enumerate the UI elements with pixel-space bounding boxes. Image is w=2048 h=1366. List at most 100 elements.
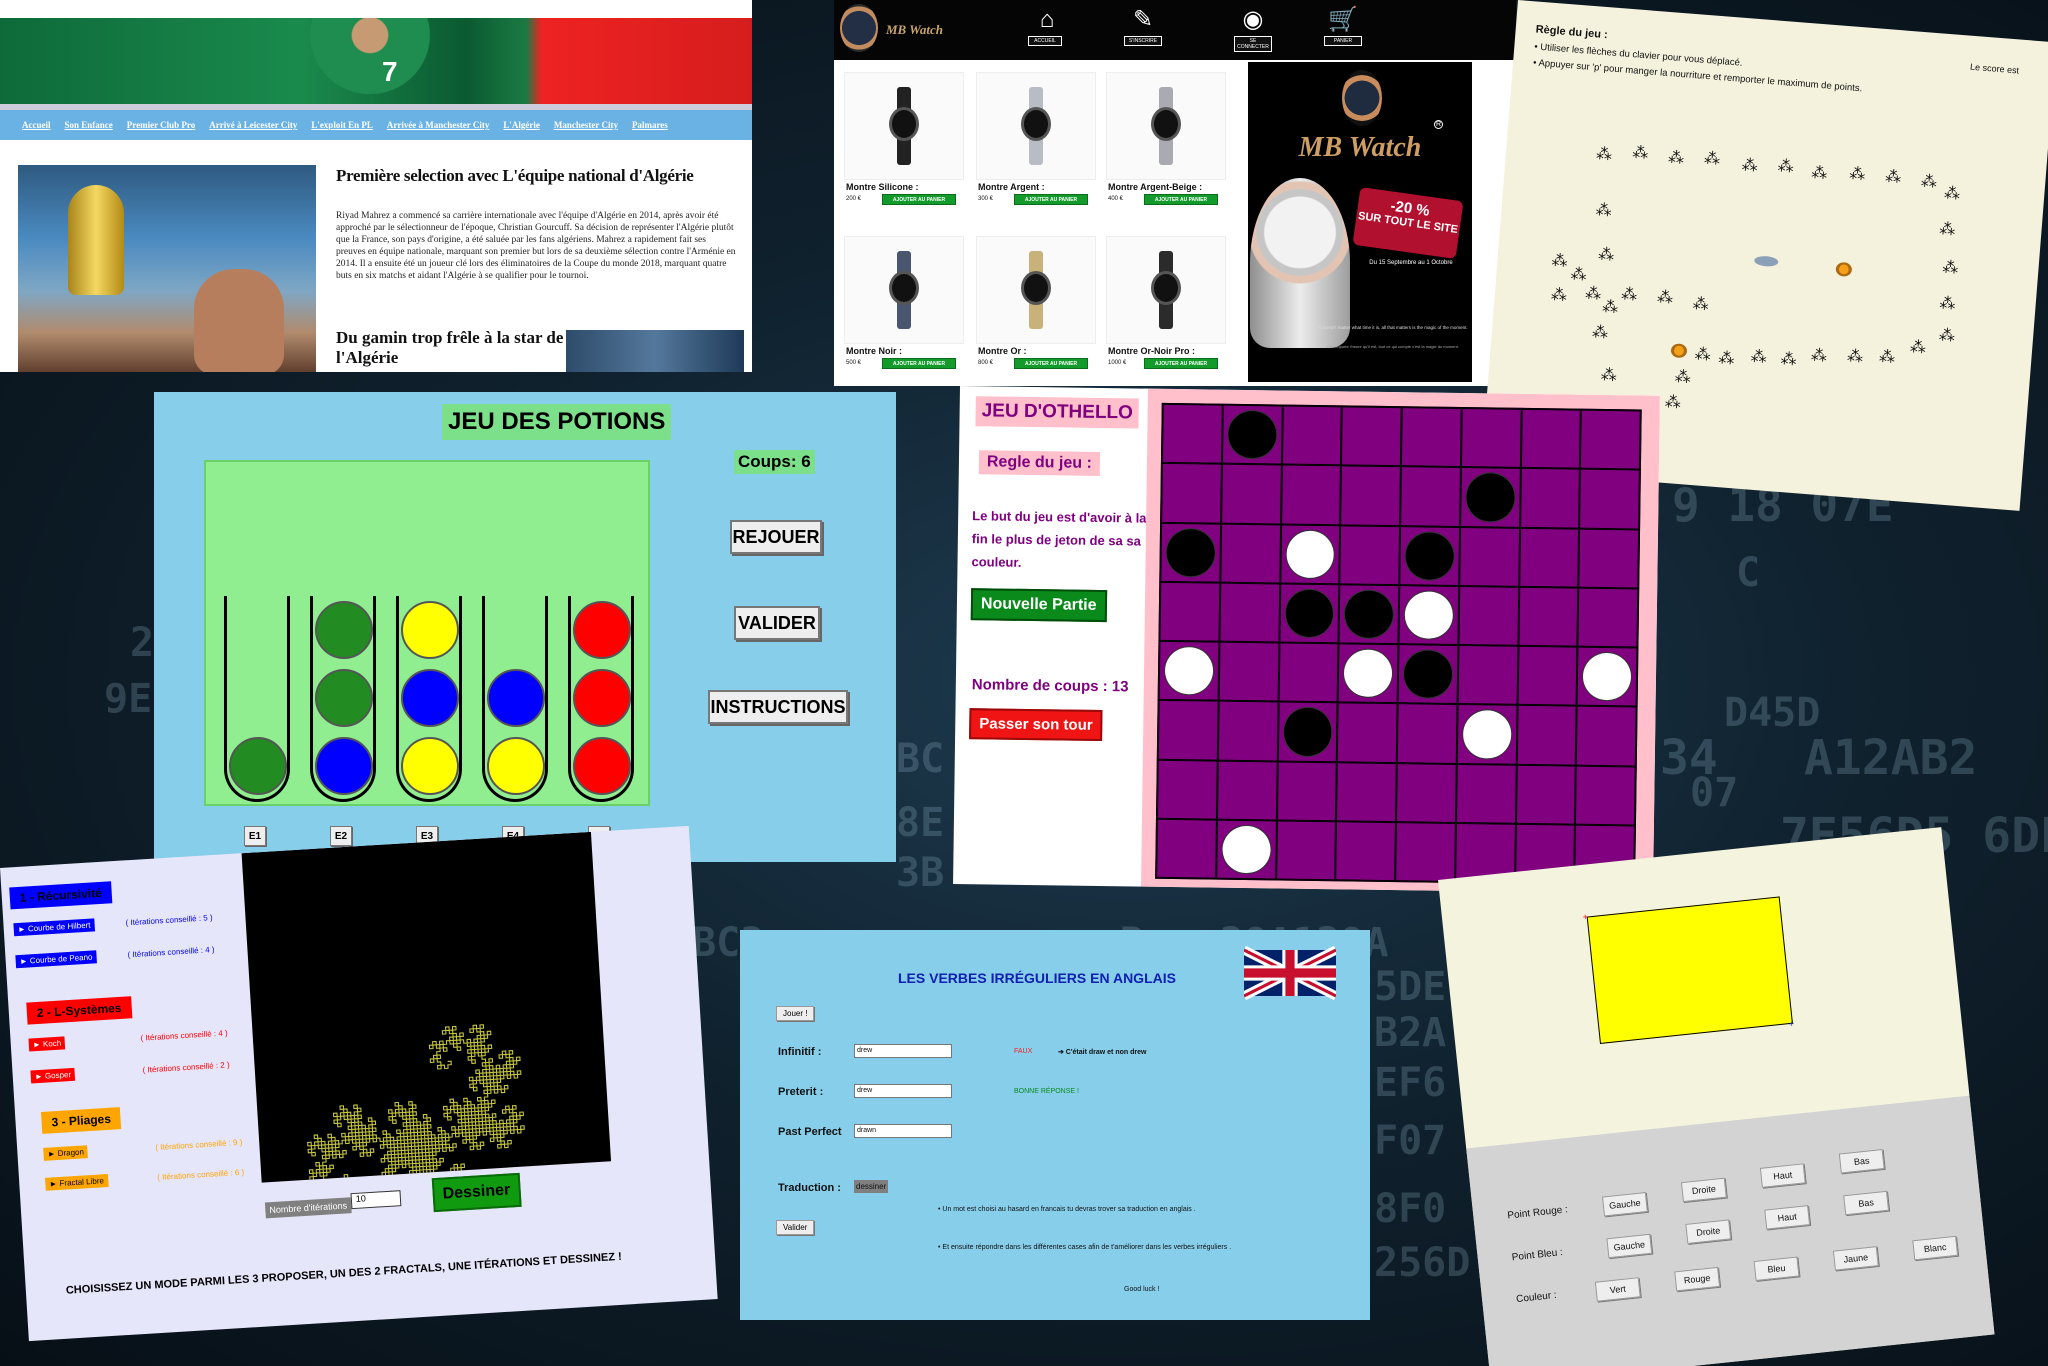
board-cell[interactable] — [1341, 406, 1402, 467]
board-cell[interactable] — [1336, 761, 1397, 822]
rect-blanc-button[interactable]: Blanc — [1912, 1235, 1959, 1261]
rect-droite-button[interactable]: Droite — [1685, 1219, 1732, 1244]
toolbar-se-connecter-button[interactable]: ◉ SE CONNECTER — [1234, 6, 1272, 52]
board-cell[interactable] — [1516, 705, 1577, 766]
past-perfect-field[interactable]: drawn — [854, 1124, 952, 1138]
toolbar-s-inscrire-button[interactable]: ✎ S'INSCRIRE — [1124, 6, 1162, 46]
nav-link[interactable]: Son Enfance — [65, 120, 113, 130]
fractal-option-button[interactable]: ► Fractal Libre — [44, 1174, 109, 1191]
board-cell[interactable] — [1338, 584, 1400, 645]
board-cell[interactable] — [1217, 700, 1279, 761]
board-cell[interactable] — [1156, 759, 1218, 820]
board-cell[interactable] — [1220, 463, 1282, 524]
rect-bas-button[interactable]: Bas — [1838, 1149, 1885, 1174]
potion-tube[interactable] — [482, 596, 548, 802]
board-cell[interactable] — [1396, 703, 1458, 764]
board-cell[interactable] — [1219, 582, 1280, 643]
board-cell[interactable] — [1339, 524, 1401, 585]
potion-tube[interactable] — [568, 596, 634, 802]
fractal-option-button[interactable]: ► Courbe de Hilbert — [13, 918, 95, 937]
board-cell[interactable] — [1576, 646, 1638, 707]
board-cell[interactable] — [1340, 465, 1401, 526]
board-cell[interactable] — [1518, 527, 1580, 588]
rect-haut-button[interactable]: Haut — [1764, 1205, 1811, 1230]
tube-select-button[interactable]: E1 — [244, 826, 266, 846]
board-cell[interactable] — [1161, 403, 1223, 464]
fractal-option-button[interactable]: ► Koch — [28, 1036, 66, 1052]
new-game-button[interactable]: Nouvelle Partie — [970, 588, 1107, 623]
nav-link[interactable]: L'exploit En PL — [311, 120, 373, 130]
product-image[interactable] — [976, 72, 1096, 180]
board-cell[interactable] — [1160, 522, 1221, 583]
board-cell[interactable] — [1519, 468, 1581, 529]
board-cell[interactable] — [1279, 523, 1341, 585]
add-to-cart-button[interactable]: AJOUTER AU PANIER — [1014, 194, 1088, 205]
product-image[interactable] — [1106, 236, 1226, 344]
board-cell[interactable] — [1281, 405, 1343, 466]
fractal-option-button[interactable]: ► Dragon — [43, 1145, 89, 1161]
fractal-option-button[interactable]: ► Courbe de Peano — [15, 950, 97, 969]
verbs-validate-button[interactable]: Valider — [776, 1220, 815, 1235]
board-cell[interactable] — [1458, 585, 1519, 646]
board-cell[interactable] — [1460, 408, 1522, 469]
board-cell[interactable] — [1580, 409, 1641, 470]
preterit-field[interactable]: drew — [854, 1084, 952, 1098]
potion-tube[interactable] — [396, 596, 462, 802]
board-cell[interactable] — [1456, 704, 1518, 765]
potion-tube[interactable] — [224, 596, 290, 802]
toolbar-panier-button[interactable]: 🛒 PANIER — [1324, 6, 1362, 46]
board-cell[interactable] — [1400, 407, 1462, 468]
toolbar-accueil-button[interactable]: ⌂ ACCUEIL — [1028, 6, 1066, 46]
validate-button[interactable]: VALIDER — [734, 606, 820, 640]
board-cell[interactable] — [1215, 819, 1277, 880]
potion-tube[interactable] — [310, 596, 376, 802]
board-cell[interactable] — [1335, 821, 1396, 882]
rect-droite-button[interactable]: Droite — [1680, 1177, 1727, 1203]
board-cell[interactable] — [1156, 818, 1217, 879]
draw-button[interactable]: Dessiner — [431, 1172, 522, 1213]
board-cell[interactable] — [1337, 702, 1398, 763]
add-to-cart-button[interactable]: AJOUTER AU PANIER — [882, 358, 956, 369]
add-to-cart-button[interactable]: AJOUTER AU PANIER — [882, 194, 956, 205]
board-cell[interactable] — [1455, 763, 1517, 824]
rect-haut-button[interactable]: Haut — [1759, 1163, 1806, 1188]
board-cell[interactable] — [1457, 644, 1518, 706]
board-cell[interactable] — [1517, 645, 1578, 706]
rect-rouge-button[interactable]: Rouge — [1674, 1266, 1721, 1292]
rect-gauche-button[interactable]: Gauche — [1606, 1233, 1653, 1259]
nav-link[interactable]: Accueil — [22, 120, 51, 130]
infinitive-field[interactable]: drew — [854, 1044, 952, 1058]
board-cell[interactable] — [1158, 640, 1220, 701]
board-cell[interactable] — [1577, 587, 1639, 648]
board-cell[interactable] — [1276, 760, 1338, 822]
board-cell[interactable] — [1275, 820, 1337, 881]
board-cell[interactable] — [1576, 705, 1637, 766]
nav-link[interactable]: Manchester City — [554, 120, 618, 130]
board-cell[interactable] — [1397, 644, 1459, 705]
board-cell[interactable] — [1400, 466, 1461, 527]
board-cell[interactable] — [1220, 523, 1281, 584]
board-cell[interactable] — [1157, 700, 1219, 761]
board-cell[interactable] — [1278, 583, 1340, 644]
board-cell[interactable] — [1216, 760, 1278, 821]
board-cell[interactable] — [1398, 584, 1460, 645]
board-cell[interactable] — [1159, 581, 1221, 642]
board-cell[interactable] — [1161, 463, 1222, 524]
nav-link[interactable]: Arrivée à Manchester City — [387, 120, 490, 130]
product-image[interactable] — [844, 236, 964, 344]
board-cell[interactable] — [1395, 821, 1456, 882]
board-cell[interactable] — [1278, 642, 1339, 703]
play-button[interactable]: Jouer ! — [776, 1006, 815, 1021]
product-image[interactable] — [976, 236, 1096, 344]
board-cell[interactable] — [1221, 404, 1283, 465]
add-to-cart-button[interactable]: AJOUTER AU PANIER — [1144, 358, 1218, 369]
nav-link[interactable]: Premier Club Pro — [127, 120, 196, 130]
fractal-option-button[interactable]: ► Gosper — [30, 1067, 76, 1084]
iterations-input[interactable]: 10 — [350, 1190, 402, 1210]
nav-link[interactable]: L'Algérie — [503, 120, 540, 130]
rect-gauche-button[interactable]: Gauche — [1601, 1191, 1648, 1217]
board-cell[interactable] — [1459, 467, 1521, 528]
add-to-cart-button[interactable]: AJOUTER AU PANIER — [1144, 194, 1218, 205]
pass-turn-button[interactable]: Passer son tour — [969, 708, 1103, 742]
board-cell[interactable] — [1277, 701, 1338, 762]
